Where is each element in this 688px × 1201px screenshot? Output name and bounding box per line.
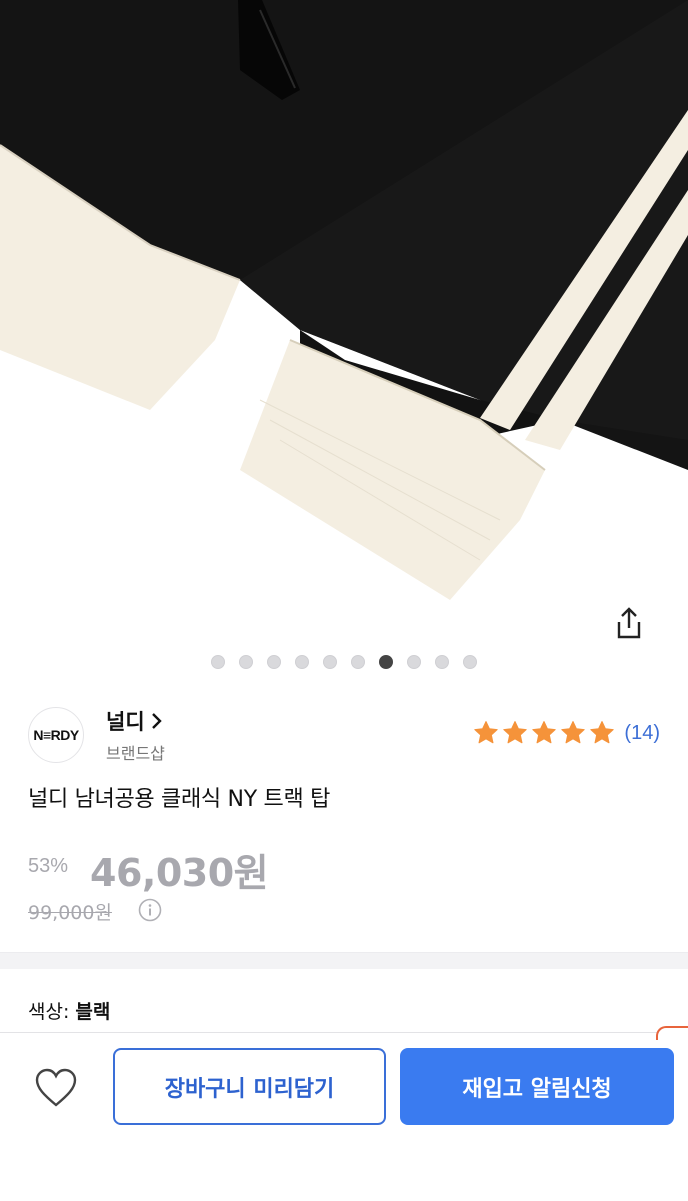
brand-row: N≡RDY 널디 브랜드샵 (14) [28,700,660,770]
pagination-dot[interactable] [435,655,449,669]
pagination-dot[interactable] [267,655,281,669]
star-icon [503,721,528,744]
pagination-dot[interactable] [407,655,421,669]
star-icon [561,721,586,744]
color-option: 색상: 블랙 [28,997,110,1024]
gallery-pagination [0,655,688,669]
rating-stars [473,720,615,746]
section-divider [0,952,688,969]
chevron-right-icon [151,713,162,729]
pagination-dot[interactable] [463,655,477,669]
discount-rate: 53% [28,855,69,877]
color-label: 색상: [28,1001,76,1023]
share-icon [617,607,641,639]
original-price: 99,000원 [28,902,112,924]
rating[interactable]: (14) [473,720,660,746]
restock-alert-button[interactable]: 재입고 알림신청 [400,1048,674,1125]
heart-icon [35,1068,77,1107]
product-image[interactable] [0,0,688,690]
color-value: 블랙 [75,1001,111,1023]
pagination-dot[interactable] [239,655,253,669]
brand-logo[interactable]: N≡RDY [28,707,84,763]
brand-subtitle: 브랜드샵 [106,744,165,763]
brand-name: 널디 [106,710,145,734]
brand-link[interactable]: 널디 [106,706,163,736]
sale-price: 46,030원 [90,851,269,895]
pagination-dot[interactable] [351,655,365,669]
share-button[interactable] [606,600,652,646]
product-photo [0,0,688,600]
star-icon [590,721,615,744]
pagination-dot[interactable] [379,655,393,669]
floating-tab[interactable] [656,1026,688,1040]
add-to-cart-button[interactable]: 장바구니 미리담기 [113,1048,386,1125]
wishlist-button[interactable] [30,1062,82,1114]
review-count[interactable]: (14) [624,722,660,745]
pagination-dot[interactable] [295,655,309,669]
star-icon [474,721,499,744]
product-title: 널디 남녀공용 클래식 NY 트랙 탑 [28,787,331,812]
info-icon[interactable] [138,898,162,922]
star-icon [532,721,557,744]
pagination-dot[interactable] [323,655,337,669]
pagination-dot[interactable] [211,655,225,669]
